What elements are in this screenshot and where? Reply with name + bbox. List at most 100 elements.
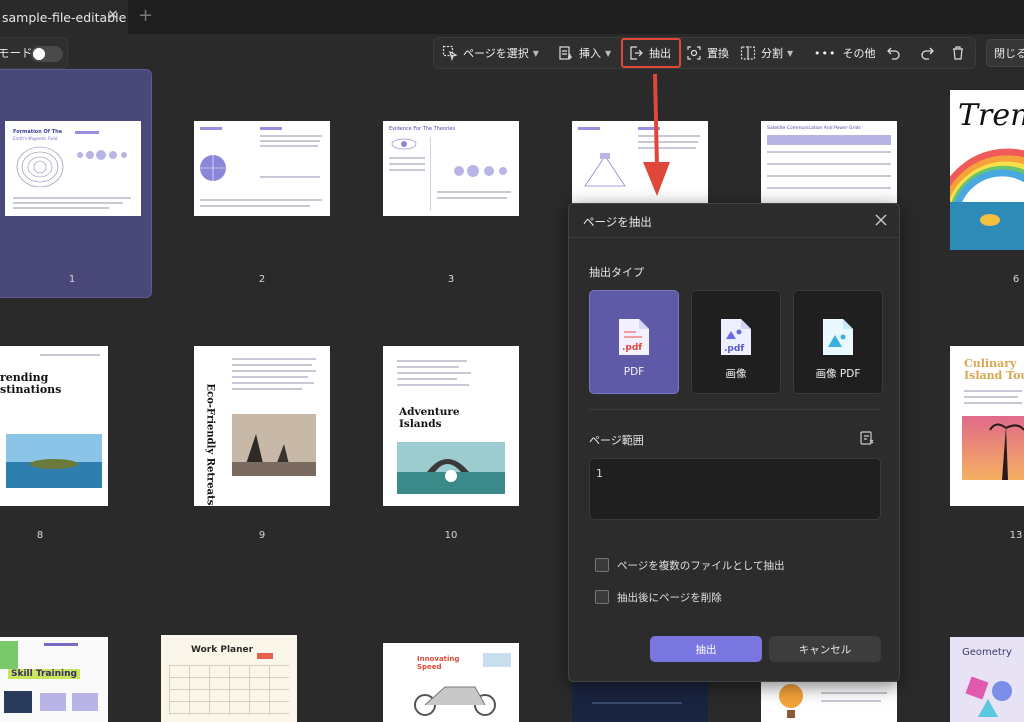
replace-button[interactable]: 置換: [686, 38, 729, 68]
page-thumbnail-9[interactable]: Eco-Friendly Retreats: [194, 346, 330, 506]
more-button[interactable]: ••• その他: [814, 38, 875, 68]
page-thumbnail-15[interactable]: Skill Training: [0, 637, 108, 722]
thumb-table-header: [767, 135, 891, 145]
thumb-title: rending stinations: [0, 371, 62, 396]
mode-toggle[interactable]: [31, 46, 63, 62]
type-option-image-pdf[interactable]: 画像 PDF: [793, 290, 883, 394]
page-thumbnail-18[interactable]: [572, 682, 708, 722]
thumb-text-line: [232, 376, 308, 378]
thumb-text-line: [232, 364, 312, 366]
thumb-heading-bar: [200, 127, 222, 130]
dialog-divider: [589, 409, 881, 410]
globe-diagram: [200, 155, 226, 181]
split-button[interactable]: 分割 ▼: [740, 38, 793, 68]
thumb-text-line: [397, 366, 459, 368]
sunset-photo: [962, 416, 1024, 480]
thumb-text-line: [13, 202, 123, 204]
thumb-title: Innovating Speed: [417, 655, 460, 671]
thumb-graphic: [40, 693, 66, 711]
cursor-select-icon: [442, 45, 458, 61]
page-thumbnail-10[interactable]: Adventure Islands: [383, 346, 519, 506]
page-thumbnail-20[interactable]: Geometry: [950, 637, 1024, 722]
thumb-heading-bar: [75, 131, 99, 134]
trash-icon: [953, 46, 963, 60]
thumb-text-line: [767, 163, 891, 165]
dialog-header: ページを抽出: [569, 204, 899, 238]
thumb-text-line: [200, 199, 322, 201]
thumb-heading-bar: [44, 643, 78, 646]
extract-multiple-files-checkbox[interactable]: [595, 558, 609, 572]
type-option-pdf[interactable]: .pdf PDF: [589, 290, 679, 394]
thumb-title: Trend: [958, 98, 1024, 133]
page-thumbnail-1[interactable]: Formation Of The Earth's Magnetic Field: [5, 121, 141, 216]
chevron-down-icon: ▼: [532, 48, 539, 58]
page-range-label: ページ範囲: [589, 434, 644, 447]
close-icon[interactable]: ✕: [106, 9, 120, 23]
page-number: 1: [68, 274, 76, 285]
thumb-graphic: [257, 653, 273, 659]
thumb-text-line: [232, 370, 316, 372]
insert-label: 挿入: [579, 47, 601, 60]
thumb-text-line: [397, 378, 457, 380]
select-pages-label: ページを選択: [463, 47, 529, 60]
thumb-title: Culinary Island Tour: [964, 357, 1024, 382]
cancel-button[interactable]: キャンセル: [769, 636, 881, 662]
tab-bar: sample-file-editable ✕ +: [0, 0, 1024, 34]
redo-icon: [921, 47, 934, 60]
extract-confirm-button[interactable]: 抽出: [650, 636, 762, 662]
split-icon: [740, 46, 756, 60]
page-thumbnail-19[interactable]: [761, 682, 897, 722]
page-number: 3: [447, 274, 455, 285]
image-file-icon: .pdf: [721, 319, 751, 355]
thumb-text-line: [260, 135, 322, 137]
thumb-text-line: [821, 692, 887, 694]
select-pages-button[interactable]: ページを選択 ▼: [442, 38, 539, 68]
thumb-title: Eco-Friendly Retreats: [204, 383, 216, 506]
undo-button[interactable]: [886, 38, 907, 68]
thumb-text-line: [964, 390, 1022, 392]
close-icon[interactable]: [873, 212, 889, 228]
page-thumbnail-3[interactable]: Evidence For The Theories: [383, 121, 519, 216]
page-thumbnail-17[interactable]: Innovating Speed: [383, 643, 519, 722]
more-dots-icon: •••: [814, 46, 837, 60]
thumb-heading-bar: [260, 127, 282, 130]
page-range-select-icon[interactable]: [859, 430, 875, 446]
thumb-title: Adventure Islands: [399, 406, 460, 430]
insert-button[interactable]: 挿入 ▼: [558, 38, 611, 68]
motorcycle-illustration: [414, 686, 496, 716]
thumb-text-line: [397, 384, 469, 386]
page-thumbnail-13[interactable]: Culinary Island Tour: [950, 346, 1024, 506]
add-tab-icon[interactable]: +: [138, 6, 153, 26]
delete-button[interactable]: [950, 38, 971, 68]
page-thumbnail-16[interactable]: Work Planer: [161, 635, 297, 722]
thumb-text-line: [592, 702, 682, 704]
pdf-badge: .pdf: [724, 344, 744, 354]
page-number: 2: [258, 274, 266, 285]
thumb-text-line: [437, 197, 507, 199]
page-range-input[interactable]: 1: [589, 458, 881, 520]
page-thumbnail-5[interactable]: Satellite Communication And Power Grids: [761, 121, 897, 203]
magnetic-field-diagram: [16, 146, 64, 188]
page-number: 8: [36, 530, 44, 541]
thumb-text-line: [200, 205, 310, 207]
rocks-photo: [232, 414, 316, 476]
orbit-icon: [391, 138, 417, 150]
redo-button[interactable]: [919, 38, 940, 68]
document-tab[interactable]: sample-file-editable ✕: [0, 0, 128, 34]
thumb-heading-bar: [578, 127, 600, 130]
page-thumbnail-8[interactable]: rending stinations: [0, 346, 108, 506]
page-thumbnail-6[interactable]: Trend: [950, 90, 1024, 250]
page-thumbnail-2[interactable]: [194, 121, 330, 216]
thumb-text-line: [397, 360, 467, 362]
extract-multiple-files-label: ページを複数のファイルとして抽出: [617, 560, 785, 572]
thumb-text-line: [232, 382, 314, 384]
thumb-text-line: [389, 163, 425, 165]
chevron-down-icon: ▼: [605, 48, 612, 58]
delete-after-extract-checkbox[interactable]: [595, 590, 609, 604]
thumb-text-line: [389, 157, 425, 159]
thumb-text-line: [964, 396, 1018, 398]
type-option-image[interactable]: .pdf 画像: [691, 290, 781, 394]
dialog-title: ページを抽出: [583, 215, 652, 229]
close-button[interactable]: 閉じる: [986, 39, 1024, 67]
page-toolbar: ページを選択 ▼ 挿入 ▼ 抽出 置換 分割 ▼ ••• その他: [433, 37, 976, 69]
